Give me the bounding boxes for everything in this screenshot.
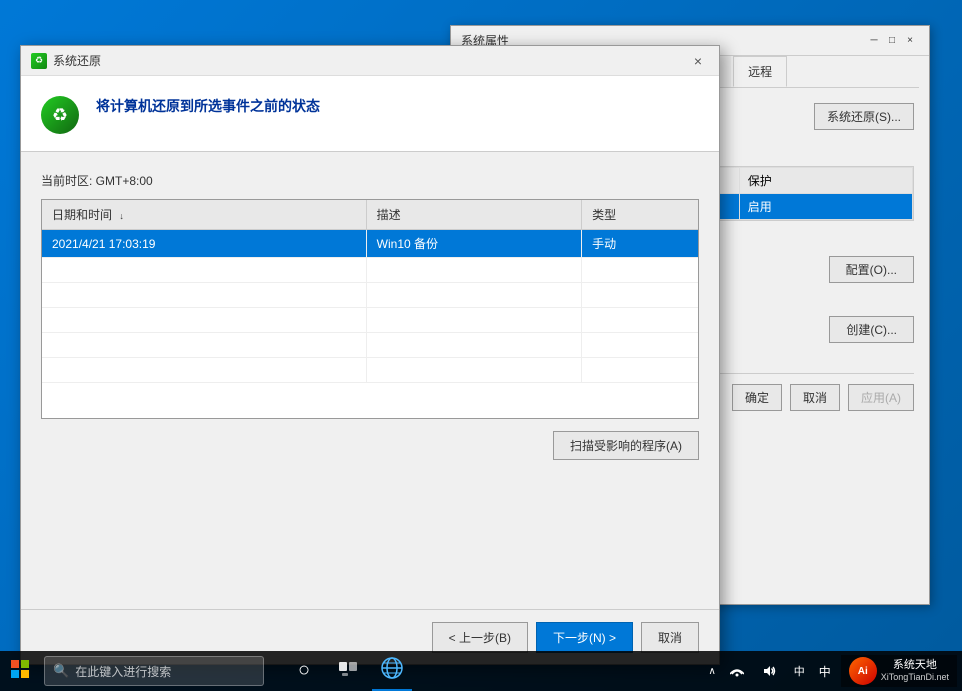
desktop: 系统属性 ─ □ × 计算机名 硬件 高级 系统保护 远程 要使用系统还原，请先…: [0, 0, 962, 691]
timezone-label: 当前时区: GMT+8:00: [41, 172, 699, 189]
sys-props-maximize-btn[interactable]: □: [883, 32, 901, 50]
language-indicator[interactable]: 中: [815, 663, 835, 680]
restore-table-body: 2021/4/21 17:03:19 Win10 备份 手动: [42, 230, 698, 383]
taskbar-center-icons: ○: [284, 651, 412, 691]
restore-dialog-titlebar: ♻ 系统还原 ×: [21, 46, 719, 76]
col-protection: 保护: [739, 168, 912, 194]
network-icon[interactable]: [722, 651, 752, 691]
row-description: Win10 备份: [366, 230, 581, 258]
col-description[interactable]: 描述: [366, 200, 581, 230]
sys-props-close-btn[interactable]: ×: [901, 32, 919, 50]
ok-button[interactable]: 确定: [732, 384, 782, 411]
cancel-button-restore[interactable]: 取消: [641, 622, 699, 653]
table-row[interactable]: [42, 258, 698, 283]
browser-icon: [381, 657, 403, 684]
restore-dialog-close-btn[interactable]: ×: [687, 50, 709, 72]
back-button[interactable]: < 上一步(B): [432, 622, 528, 653]
brand-line2: XiTongTianDi.net: [881, 672, 949, 684]
restore-header-title: 将计算机还原到所选事件之前的状态: [96, 96, 320, 116]
task-view-icon: [339, 660, 357, 681]
taskbar-right: ∧ 中 中: [704, 651, 962, 691]
restore-dialog-body: 当前时区: GMT+8:00 日期和时间 ↓ 描述: [21, 152, 719, 470]
table-row[interactable]: 2021/4/21 17:03:19 Win10 备份 手动: [42, 230, 698, 258]
system-restore-dialog: ♻ 系统还原 × ♻ 将计算机还原到所选事件之前的状态 当前时区: GMT+8:…: [20, 45, 720, 665]
cortana-button[interactable]: ○: [284, 651, 324, 691]
row-date: 2021/4/21 17:03:19: [42, 230, 366, 258]
col-datetime[interactable]: 日期和时间 ↓: [42, 200, 366, 230]
restore-dialog-header: ♻ 将计算机还原到所选事件之前的状态: [21, 76, 719, 152]
apply-button[interactable]: 应用(A): [848, 384, 914, 411]
start-icon: [11, 660, 29, 683]
lang-text: 中: [819, 665, 831, 679]
tab-remote[interactable]: 远程: [733, 56, 787, 87]
brand-line1: 系统天地: [881, 658, 949, 672]
table-row[interactable]: [42, 283, 698, 308]
restore-table: 日期和时间 ↓ 描述 类型 2: [42, 200, 698, 383]
restore-header-icon: ♻: [41, 96, 81, 136]
task-view-button[interactable]: [328, 651, 368, 691]
col-type-label: 类型: [592, 208, 616, 222]
taskbar: 🔍 在此键入进行搜索 ○: [0, 651, 962, 691]
sys-restore-button[interactable]: 系统还原(S)...: [814, 103, 914, 130]
start-button[interactable]: [0, 651, 40, 691]
restore-title-icon: ♻: [31, 53, 47, 69]
taskbar-search-text: 在此键入进行搜索: [75, 663, 171, 680]
cancel-button-props[interactable]: 取消: [790, 384, 840, 411]
clock-time: 中: [794, 663, 805, 679]
taskbar-clock[interactable]: 中: [786, 651, 813, 691]
taskbar-search-box[interactable]: 🔍 在此键入进行搜索: [44, 656, 264, 686]
table-row[interactable]: [42, 308, 698, 333]
row-type: 手动: [582, 230, 698, 258]
notification-chevron[interactable]: ∧: [704, 666, 719, 677]
brand-area[interactable]: Ai 系统天地 XiTongTianDi.net: [841, 655, 957, 687]
volume-icon[interactable]: [754, 651, 784, 691]
cortana-icon: ○: [298, 659, 310, 682]
col-description-label: 描述: [377, 208, 401, 222]
col-datetime-label: 日期和时间: [52, 208, 112, 222]
brand-logo: Ai: [849, 657, 877, 685]
brand-abbr: Ai: [858, 666, 868, 677]
config-button[interactable]: 配置(O)...: [829, 256, 914, 283]
table-row[interactable]: [42, 333, 698, 358]
restore-dialog-title: 系统还原: [53, 52, 687, 69]
sys-props-minimize-btn[interactable]: ─: [865, 32, 883, 50]
brand-text: 系统天地 XiTongTianDi.net: [881, 658, 949, 684]
col-type[interactable]: 类型: [582, 200, 698, 230]
browser-taskbar-button[interactable]: [372, 651, 412, 691]
scan-btn-row: 扫描受影响的程序(A): [41, 431, 699, 460]
sort-arrow-datetime: ↓: [119, 211, 124, 221]
next-button[interactable]: 下一步(N) >: [536, 622, 633, 653]
taskbar-search-icon: 🔍: [53, 663, 69, 679]
restore-table-header-row: 日期和时间 ↓ 描述 类型: [42, 200, 698, 230]
create-button[interactable]: 创建(C)...: [829, 316, 914, 343]
table-row[interactable]: [42, 358, 698, 383]
restore-table-wrapper: 日期和时间 ↓ 描述 类型 2: [41, 199, 699, 419]
protection-cell: 启用: [739, 194, 912, 220]
scan-programs-button[interactable]: 扫描受影响的程序(A): [553, 431, 699, 460]
